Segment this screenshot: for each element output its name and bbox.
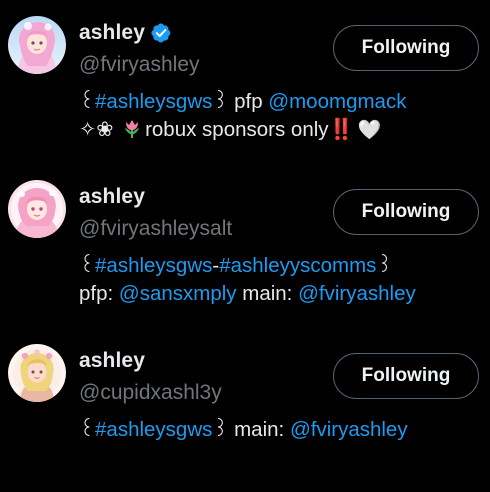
avatar-image	[8, 344, 66, 402]
bio-line: ✧❀ robux sponsors only‼️ 🤍	[79, 116, 484, 144]
user-handle[interactable]: @fviryashleysalt	[79, 217, 232, 241]
bio-line: ꒰#ashleysgws꒱ main: @fviryashley	[79, 416, 484, 444]
mention-link[interactable]: @fviryashley	[298, 282, 416, 305]
bio-text: pfp:	[79, 282, 119, 305]
display-name[interactable]: ashley	[79, 21, 145, 45]
user-bio: ꒰#ashleysgws-#ashleyyscomms꒱ pfp: @sansx…	[79, 252, 484, 308]
user-cell[interactable]: ashley @fviryashley Following ꒰#ashleysg…	[0, 0, 490, 164]
bio-line: ꒰#ashleysgws꒱ pfp @moomgmack	[79, 88, 484, 116]
mention-link[interactable]: @fviryashley	[290, 418, 408, 441]
double-exclamation-icon: ‼️	[328, 118, 354, 141]
tulip-icon	[120, 117, 144, 139]
bracket-open: ꒰	[79, 254, 96, 277]
bio-text: main:	[228, 418, 290, 441]
bio-text: pfp	[228, 90, 269, 113]
mention-link[interactable]: @sansxmply	[119, 282, 237, 305]
hashtag-link[interactable]: #ashleysgws	[95, 90, 212, 113]
name-line[interactable]: ashley	[79, 348, 145, 374]
user-handle[interactable]: @cupidxashl3y	[79, 381, 222, 405]
bio-line: pfp: @sansxmply main: @fviryashley	[79, 280, 484, 308]
avatar-image	[8, 180, 66, 238]
bio-line: ꒰#ashleysgws-#ashleyyscomms꒱	[79, 252, 484, 280]
following-button[interactable]: Following	[333, 353, 479, 399]
bracket-open: ꒰	[79, 90, 96, 113]
sparkle-icon: ✧	[79, 118, 97, 141]
display-name[interactable]: ashley	[79, 185, 145, 209]
avatar[interactable]	[8, 16, 66, 74]
bio-text: main:	[236, 282, 299, 305]
user-cell[interactable]: ashley @cupidxashl3y Following ꒰#ashleys…	[0, 328, 490, 492]
user-cell[interactable]: ashley @fviryashleysalt Following ꒰#ashl…	[0, 164, 490, 328]
avatar[interactable]	[8, 344, 66, 402]
hashtag-link[interactable]: #ashleyyscomms	[219, 254, 376, 277]
bracket-close: ꒱	[212, 418, 229, 441]
bracket-open: ꒰	[79, 418, 96, 441]
verified-badge-icon	[150, 22, 172, 44]
hashtag-link[interactable]: #ashleysgws	[95, 254, 212, 277]
name-line[interactable]: ashley	[79, 184, 145, 210]
following-button[interactable]: Following	[333, 25, 479, 71]
mention-link[interactable]: @moomgmack	[268, 90, 406, 113]
following-button[interactable]: Following	[333, 189, 479, 235]
flower-icon: ❀	[96, 118, 114, 141]
user-bio: ꒰#ashleysgws꒱ pfp @moomgmack ✧❀ robux sp…	[79, 88, 484, 144]
display-name[interactable]: ashley	[79, 349, 145, 373]
bracket-close: ꒱	[376, 254, 393, 277]
bracket-close: ꒱	[212, 90, 229, 113]
hashtag-link[interactable]: #ashleysgws	[95, 418, 212, 441]
white-heart-icon: 🤍	[357, 120, 382, 141]
user-handle[interactable]: @fviryashley	[79, 53, 200, 77]
user-bio: ꒰#ashleysgws꒱ main: @fviryashley	[79, 416, 484, 444]
name-line[interactable]: ashley	[79, 20, 172, 46]
bio-text: robux sponsors only	[145, 118, 329, 141]
avatar-image	[8, 16, 66, 74]
avatar[interactable]	[8, 180, 66, 238]
